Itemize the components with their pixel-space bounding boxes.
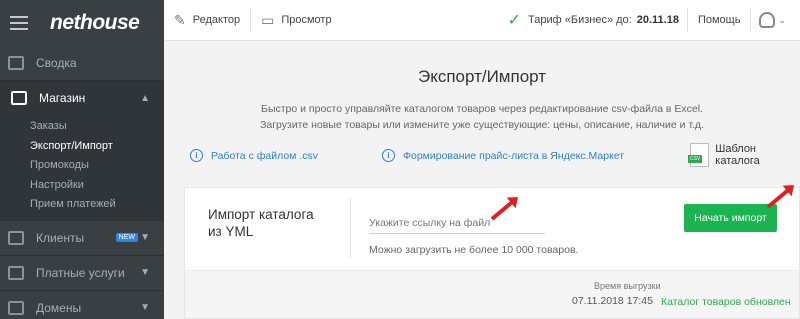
chevron-down-icon: ▼ <box>140 232 150 243</box>
submenu-item-promocodes[interactable]: Промокоды <box>0 156 164 176</box>
tariff-label: Тариф «Бизнес» до: <box>528 14 632 26</box>
import-status: Каталог товаров обновлен <box>661 296 791 308</box>
submenu-item-settings[interactable]: Настройки <box>0 176 164 196</box>
submenu-item-export-import[interactable]: Экспорт/Импорт <box>0 137 164 157</box>
info-icon: i <box>190 149 203 162</box>
chevron-down-icon: ▼ <box>140 302 150 313</box>
csv-help-label: Работа с файлом .csv <box>211 149 318 162</box>
shop-submenu: Заказы Экспорт/Импорт Промокоды Настройк… <box>0 115 164 221</box>
pencil-icon: ✎ <box>174 11 186 28</box>
editor-button[interactable]: ✎ Редактор <box>164 0 250 41</box>
tariff-date: 20.11.18 <box>636 14 679 26</box>
main-content: Экспорт/Импорт Быстро и просто управляйт… <box>164 41 800 319</box>
sidebar-item-paid-services[interactable]: Платные услуги ▼ <box>0 256 164 290</box>
flag-icon <box>8 300 24 315</box>
sidebar-item-label: Сводка <box>36 56 77 70</box>
monitor-icon: ▭ <box>261 11 275 28</box>
check-icon: ✓ <box>507 12 522 29</box>
new-badge: NEW <box>115 233 138 242</box>
editor-label: Редактор <box>192 14 241 26</box>
import-limit-hint: Можно загрузить не более 10 000 товаров. <box>369 244 579 256</box>
sidebar-item-shop[interactable]: Магазин ▲ <box>0 81 164 115</box>
csv-badge: CSV <box>688 155 703 163</box>
user-icon <box>759 12 776 28</box>
submenu-item-payments[interactable]: Прием платежей <box>0 195 164 215</box>
import-title-line: из YML <box>208 224 254 239</box>
help-link[interactable]: Помощь <box>688 14 751 26</box>
wallet-icon <box>8 265 24 280</box>
topbar: ✎ Редактор ▭ Просмотр ✓ Тариф «Бизнес» д… <box>164 0 800 41</box>
sidebar-item-clients[interactable]: Клиенты NEW ▼ <box>0 221 164 255</box>
tariff-info[interactable]: ✓ Тариф «Бизнес» до: 20.11.18 <box>508 10 687 30</box>
sidebar-item-label: Магазин <box>39 91 86 105</box>
sidebar-item-summary[interactable]: Сводка <box>0 46 164 80</box>
description-line: Быстро и просто управляйте каталогом тов… <box>261 103 703 115</box>
store-icon <box>11 91 27 105</box>
sidebar: nethouse Сводка Магазин ▲ Заказы Экспорт… <box>0 0 164 319</box>
preview-label: Просмотр <box>281 14 332 26</box>
start-import-button[interactable]: Начать импорт <box>684 204 777 232</box>
import-card: Импорт каталога из YML Можно загрузить н… <box>184 187 800 319</box>
page-title: Экспорт/Импорт <box>417 67 547 86</box>
file-url-input[interactable] <box>369 212 545 234</box>
sidebar-item-label: Домены <box>36 300 82 315</box>
export-time-label: Время выгрузки <box>594 281 661 291</box>
menu-icon[interactable] <box>10 16 28 30</box>
import-status-bar: Время выгрузки 07.11.2018 17:45 Каталог … <box>185 270 799 318</box>
chevron-up-icon: ▲ <box>140 92 150 104</box>
sidebar-header: nethouse <box>0 0 164 46</box>
submenu-item-orders[interactable]: Заказы <box>0 117 164 137</box>
csv-help-link[interactable]: i Работа с файлом .csv <box>190 149 318 162</box>
page-description: Быстро и просто управляйте каталогом тов… <box>164 101 800 133</box>
yandex-market-link[interactable]: i Формирование прайс-листа в Яндекс.Марк… <box>382 149 624 162</box>
info-icon: i <box>382 149 395 162</box>
description-line: Загрузите новые товары или измените уже … <box>260 119 704 131</box>
sidebar-item-domains[interactable]: Домены ▼ <box>0 291 164 319</box>
sidebar-item-label: Платные услуги <box>36 265 125 280</box>
yandex-market-label: Формирование прайс-листа в Яндекс.Маркет <box>403 149 625 162</box>
user-menu[interactable]: ⌄ <box>751 12 800 28</box>
copy-icon <box>8 56 24 70</box>
csv-file-icon: CSV <box>688 143 710 167</box>
chevron-down-icon: ▼ <box>140 267 150 278</box>
sidebar-item-label: Клиенты <box>36 230 85 245</box>
preview-button[interactable]: ▭ Просмотр <box>251 0 341 41</box>
catalog-template-link[interactable]: CSV Шаблон каталога <box>688 143 800 167</box>
catalog-template-label: Шаблон каталога <box>715 143 760 167</box>
chevron-down-icon: ⌄ <box>778 14 786 25</box>
import-title: Импорт каталога из YML <box>208 206 314 240</box>
users-icon <box>8 230 24 245</box>
logo[interactable]: nethouse <box>50 11 140 35</box>
export-time-value: 07.11.2018 17:45 <box>572 295 653 307</box>
import-title-line: Импорт каталога <box>208 207 314 222</box>
